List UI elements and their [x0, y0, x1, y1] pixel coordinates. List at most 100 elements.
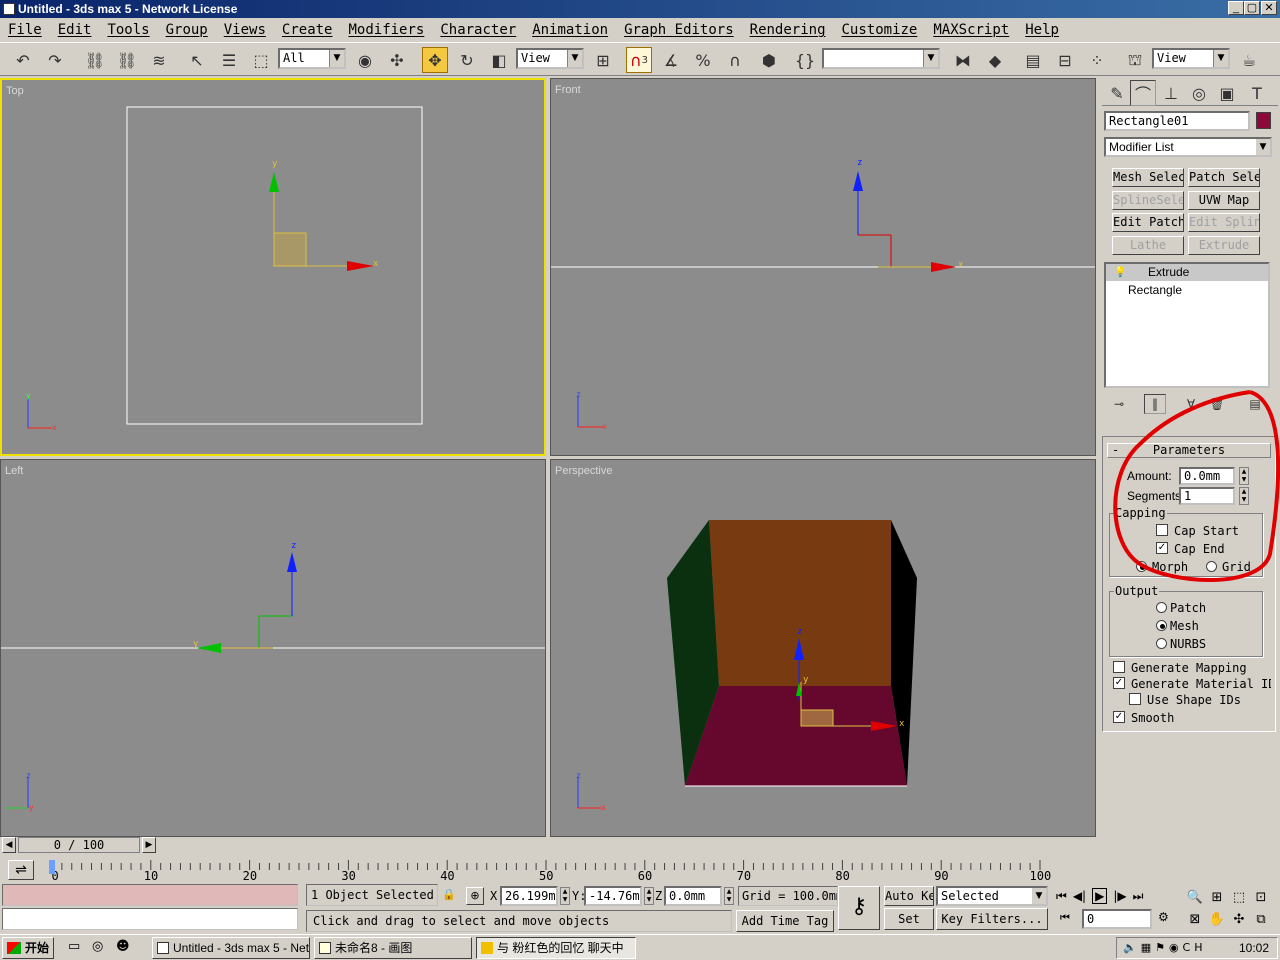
maxscript-listener-mini[interactable] — [2, 884, 298, 906]
pan-icon[interactable]: ✋ — [1209, 912, 1225, 927]
patch-radio[interactable] — [1156, 602, 1167, 613]
stack-item-rectangle[interactable]: Rectangle — [1106, 282, 1268, 299]
render-scene-icon[interactable]: ⛫ — [1122, 47, 1148, 73]
minimize-button[interactable]: _ — [1228, 1, 1244, 15]
modifier-list-dropdown[interactable]: Modifier List ▼ — [1104, 137, 1272, 157]
zoom-extents-all-icon[interactable]: ⊡ — [1256, 890, 1267, 905]
lock-selection-icon[interactable]: 🔒 — [442, 888, 456, 904]
zoom-all-icon[interactable]: ⊞ — [1212, 890, 1223, 905]
maxscript-input[interactable] — [2, 908, 298, 930]
pivot-center-icon[interactable]: ⊞ — [590, 47, 616, 73]
y-coordinate-field[interactable]: -14.76mm — [584, 886, 642, 906]
viewport-top[interactable]: Top y x x y — [0, 78, 546, 456]
next-frame-icon[interactable]: ▶ — [142, 837, 156, 853]
menu-character[interactable]: Character — [440, 22, 516, 38]
light-bulb-icon[interactable]: 💡 — [1114, 264, 1126, 281]
snap-toggle-icon[interactable]: ∩ 3 — [626, 47, 652, 73]
x-spinner[interactable]: ▲ ▼ — [560, 887, 570, 905]
material-editor-icon[interactable]: ⁘ — [1084, 47, 1110, 73]
key-mode-dropdown[interactable]: Selected ▼ — [936, 886, 1048, 906]
schematic-view-icon[interactable]: ⊟ — [1052, 47, 1078, 73]
use-shape-checkbox[interactable] — [1129, 693, 1141, 705]
window-crossing-icon[interactable]: ◉ — [352, 47, 378, 73]
z-coordinate-field[interactable]: 0.0mm — [664, 886, 722, 906]
time-config-icon[interactable]: ⚙ — [1158, 910, 1169, 924]
auto-key-button[interactable]: Auto Key — [884, 886, 934, 906]
menu-animation[interactable]: Animation — [532, 22, 608, 38]
mesh-radio[interactable] — [1156, 620, 1167, 631]
current-frame-field[interactable]: 0 — [1082, 909, 1152, 929]
menu-group[interactable]: Group — [166, 22, 208, 38]
curve-editor-icon[interactable]: ⇌ — [8, 860, 34, 880]
percent-snap-icon[interactable]: % — [690, 47, 716, 73]
z-spinner[interactable]: ▲ ▼ — [724, 887, 734, 905]
previous-frame-icon[interactable]: ◀| — [1073, 889, 1086, 903]
menu-create[interactable]: Create — [282, 22, 333, 38]
menu-file[interactable]: File — [8, 22, 42, 38]
select-and-link-icon[interactable]: ✣ — [384, 47, 410, 73]
set-key-icon[interactable]: ⚷ — [838, 886, 880, 930]
stack-item-extrude[interactable]: 💡 Extrude — [1106, 264, 1268, 281]
mod-button-spline-select[interactable]: SplineSelect — [1112, 191, 1184, 210]
viewport-perspective[interactable]: Perspective z y x x z — [550, 459, 1096, 837]
menu-rendering[interactable]: Rendering — [750, 22, 826, 38]
utilities-tab-icon[interactable]: T — [1244, 80, 1270, 106]
qq-icon[interactable]: ☻ — [116, 939, 130, 954]
edit-named-sel-icon[interactable]: {} — [792, 47, 818, 73]
select-and-move-icon[interactable]: ✥ — [422, 47, 448, 73]
task-paint[interactable]: 未命名8 - 画图 — [314, 937, 472, 959]
menu-graph-editors[interactable]: Graph Editors — [624, 22, 734, 38]
motion-tab-icon[interactable]: ◎ — [1186, 80, 1212, 106]
zoom-icon[interactable]: 🔍 — [1187, 890, 1203, 905]
select-by-name-icon[interactable]: ☰ — [216, 47, 242, 73]
set-key-button[interactable]: Set Key — [884, 908, 934, 946]
close-button[interactable]: ✕ — [1261, 1, 1277, 15]
selection-filter-dropdown[interactable]: All ▼ — [278, 48, 346, 69]
y-spinner[interactable]: ▲ ▼ — [644, 887, 654, 905]
menu-help[interactable]: Help — [1025, 22, 1059, 38]
maximize-viewport-icon[interactable]: ⧉ — [1256, 912, 1265, 927]
generate-material-checkbox[interactable]: ✓ — [1113, 677, 1125, 689]
redo-icon[interactable]: ↷ — [42, 47, 68, 73]
create-tab-icon[interactable]: ✎ — [1104, 80, 1130, 106]
mod-button-lathe[interactable]: Lathe — [1112, 236, 1184, 255]
spinner-snap-icon[interactable]: ∩ — [722, 47, 748, 73]
nurbs-radio[interactable] — [1156, 638, 1167, 649]
smooth-checkbox[interactable]: ✓ — [1113, 711, 1125, 723]
object-name-field[interactable]: Rectangle01 — [1104, 111, 1250, 131]
named-selection-icon[interactable]: ⬢ — [756, 47, 782, 73]
task-chat[interactable]: 与 粉红色的回忆 聊天中 — [476, 937, 636, 959]
mod-button-patch-select[interactable]: Patch Select — [1188, 168, 1260, 187]
maximize-button[interactable]: ▢ — [1244, 1, 1260, 15]
object-color-swatch[interactable] — [1256, 112, 1271, 129]
time-slider[interactable]: ◀ 0 / 100 ▶ — [0, 836, 1100, 856]
menu-views[interactable]: Views — [224, 22, 266, 38]
viewport-front[interactable]: Front z x x z — [550, 78, 1096, 456]
add-time-tag-button[interactable]: Add Time Tag — [736, 910, 834, 932]
arc-rotate-icon[interactable]: ✣ — [1234, 912, 1245, 927]
menu-tools[interactable]: Tools — [107, 22, 149, 38]
undo-icon[interactable]: ↶ — [10, 47, 36, 73]
time-slider-thumb[interactable]: 0 / 100 — [18, 837, 140, 853]
absolute-mode-icon[interactable]: ⊕ — [466, 887, 484, 905]
mod-button-edit-spline[interactable]: Edit Spline — [1188, 213, 1260, 232]
rect-selection-icon[interactable]: ⬚ — [248, 47, 274, 73]
reference-coord-dropdown[interactable]: View ▼ — [516, 48, 584, 69]
angle-snap-icon[interactable]: ∡ — [658, 47, 684, 73]
modify-tab-icon[interactable]: ⌒ — [1130, 80, 1156, 106]
region-zoom-icon[interactable]: ⊠ — [1190, 912, 1201, 927]
zoom-extents-icon[interactable]: ⬚ — [1233, 890, 1245, 905]
menu-edit[interactable]: Edit — [58, 22, 92, 38]
align-icon[interactable]: ◆ — [982, 47, 1008, 73]
menu-customize[interactable]: Customize — [842, 22, 918, 38]
menu-maxscript[interactable]: MAXScript — [933, 22, 1009, 38]
title-bar[interactable]: Untitled - 3ds max 5 - Network License — [0, 0, 1280, 18]
next-key-icon[interactable]: |▶ — [1113, 889, 1126, 903]
rotate-icon[interactable]: ↻ — [454, 47, 480, 73]
start-button[interactable]: 开始 — [2, 937, 54, 959]
viewport-left[interactable]: Left z y y z — [0, 459, 546, 837]
mod-button-extrude[interactable]: Extrude — [1188, 236, 1260, 255]
show-desktop-icon[interactable]: ▭ — [68, 939, 80, 954]
scale-icon[interactable]: ◧ — [486, 47, 512, 73]
mirror-icon[interactable]: ⧓ — [950, 47, 976, 73]
